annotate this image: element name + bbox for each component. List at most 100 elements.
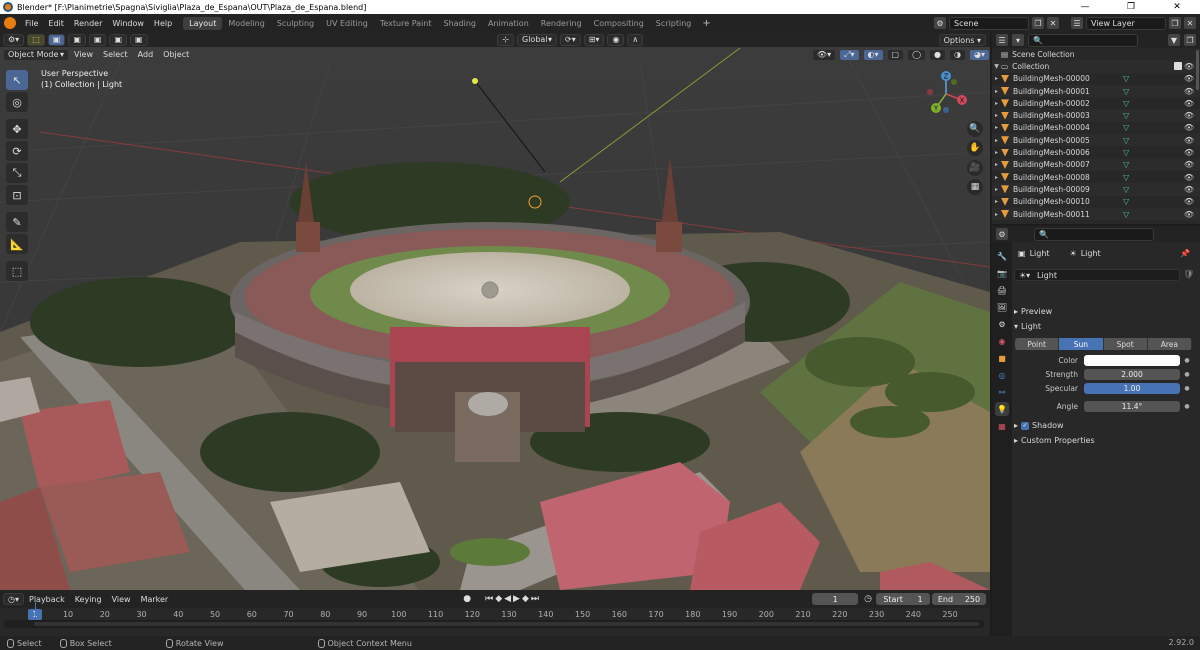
texture-tab-icon[interactable]: ▦ — [995, 419, 1009, 433]
timeline-menu-playback[interactable]: Playback — [24, 595, 70, 604]
outliner-item[interactable]: ▸ BuildingMesh-00010 ▽ 👁 — [992, 196, 1200, 208]
jump-end-icon[interactable]: ⏭ — [531, 594, 539, 604]
tab-modeling[interactable]: Modeling — [222, 17, 270, 30]
cursor-tool[interactable]: ◎ — [6, 92, 28, 112]
rotate-tool[interactable]: ⟳ — [6, 141, 28, 161]
pivot-point-icon[interactable]: ⟳▾ — [560, 33, 581, 46]
mode-dropdown[interactable]: Object Mode ▾ — [3, 48, 69, 61]
color-keyframe-icon[interactable]: ● — [1183, 357, 1191, 364]
fake-user-icon[interactable]: 🛡 — [1183, 270, 1194, 280]
viewport-menu-add[interactable]: Add — [133, 50, 159, 59]
add-cube-tool[interactable]: ⬚ — [6, 261, 28, 281]
outliner-item[interactable]: ▸ BuildingMesh-00005 ▽ 👁 — [992, 134, 1200, 147]
menu-window[interactable]: Window — [107, 19, 149, 28]
record-icon[interactable]: ● — [463, 594, 471, 604]
properties-editor-type-icon[interactable]: ⚙ — [996, 228, 1008, 240]
expand-arrow-icon[interactable]: ▸ — [992, 198, 1001, 205]
3d-viewport[interactable]: ⚙▾ ⬚ ▣ ▣ ▣ ▣ ▣ ⊹ Global ▾ ⟳▾ ⊞▾ ◉ ∧ Objec… — [0, 32, 990, 590]
blender-menu-icon[interactable] — [4, 17, 16, 29]
outliner-item[interactable]: ▸ BuildingMesh-00006 ▽ 👁 — [992, 146, 1200, 158]
object-tab-icon[interactable]: ■ — [995, 351, 1009, 365]
properties-search-input[interactable]: 🔍 — [1034, 227, 1154, 241]
menu-file[interactable]: File — [20, 19, 43, 28]
play-reverse-icon[interactable]: ◀ — [504, 594, 511, 604]
eye-icon[interactable]: 👁 — [1184, 148, 1194, 157]
strength-keyframe-icon[interactable]: ● — [1183, 371, 1191, 378]
outliner-item[interactable]: ▸ BuildingMesh-00007 ▽ 👁 — [992, 158, 1200, 171]
eye-icon[interactable]: 👁 — [1184, 123, 1194, 132]
timeline-editor-type-button[interactable]: ◷▾ — [3, 593, 24, 605]
eye-icon[interactable]: 👁 — [1184, 197, 1194, 206]
light-datablock-field[interactable]: ☀▾ Light — [1014, 269, 1180, 281]
eye-icon[interactable]: 👁 — [1184, 74, 1194, 83]
options-dropdown[interactable]: Options ▾ — [938, 34, 986, 46]
current-frame-field[interactable]: 1 — [812, 593, 859, 605]
expand-arrow-icon[interactable]: ▸ — [992, 75, 1001, 82]
select-mode-new-icon[interactable]: ▣ — [47, 33, 66, 46]
light-color-swatch[interactable] — [1084, 354, 1180, 366]
end-frame-field[interactable]: End 250 — [932, 593, 986, 605]
tab-uv-editing[interactable]: UV Editing — [320, 17, 374, 30]
filter-icon[interactable]: ▼ — [1168, 34, 1180, 46]
expand-arrow-icon[interactable]: ▸ — [992, 88, 1001, 95]
expand-arrow-icon[interactable]: ▸ — [992, 112, 1001, 119]
shading-wireframe-icon[interactable]: ◯ — [907, 48, 927, 61]
outliner-item[interactable]: ▸ BuildingMesh-00009 ▽ 👁 — [992, 183, 1200, 196]
outliner-item[interactable]: ▸ BuildingMesh-00003 ▽ 👁 — [992, 109, 1200, 122]
view-layer-delete-icon[interactable]: ✕ — [1184, 17, 1196, 29]
specular-keyframe-icon[interactable]: ● — [1183, 385, 1191, 392]
expand-arrow-icon[interactable]: ▸ — [992, 149, 1001, 156]
scene-collection-row[interactable]: ▤ Scene Collection — [992, 48, 1200, 60]
angle-keyframe-icon[interactable]: ● — [1183, 403, 1191, 410]
shading-rendered-icon[interactable]: ◕▾ — [969, 48, 990, 61]
world-tab-icon[interactable]: ◉ — [995, 334, 1009, 348]
ortho-grid-icon[interactable]: ▦ — [967, 179, 983, 195]
snap-icon[interactable]: ⊞▾ — [583, 33, 605, 46]
move-tool[interactable]: ✥ — [6, 119, 28, 139]
expand-arrow-icon[interactable]: ▸ — [992, 124, 1001, 131]
eye-icon[interactable]: 👁 — [1184, 173, 1194, 182]
start-frame-field[interactable]: Start 1 — [876, 593, 930, 605]
scene-browse-icon[interactable]: ⚙ — [934, 17, 946, 29]
expand-arrow-icon[interactable]: ▸ — [992, 174, 1001, 181]
transform-orientation-dropdown[interactable]: Global ▾ — [517, 33, 557, 46]
select-mode-subtract-icon[interactable]: ▣ — [88, 33, 107, 46]
outliner-item[interactable]: ▸ BuildingMesh-00000 ▽ 👁 — [992, 73, 1200, 85]
add-workspace-button[interactable]: + — [697, 18, 715, 29]
shading-solid-icon[interactable]: ● — [929, 48, 947, 61]
expand-arrow-icon[interactable]: ▸ — [992, 186, 1001, 193]
transform-orientation-icon[interactable]: ⊹ — [497, 33, 514, 46]
timeline-menu-marker[interactable]: Marker — [136, 595, 174, 604]
navigation-gizmo[interactable]: Z X Y — [922, 70, 970, 118]
outliner-item[interactable]: ▸ BuildingMesh-00002 ▽ 👁 — [992, 97, 1200, 109]
output-tab-icon[interactable]: 🖨 — [995, 283, 1009, 297]
select-mode-extend-icon[interactable]: ▣ — [68, 33, 86, 46]
expand-arrow-icon[interactable]: ▸ — [992, 161, 1001, 168]
outliner-item[interactable]: ▸ BuildingMesh-00001 ▽ 👁 — [992, 84, 1200, 98]
outliner-search-input[interactable]: 🔍 — [1028, 33, 1138, 47]
tab-sculpting[interactable]: Sculpting — [271, 17, 320, 30]
tab-shading[interactable]: Shading — [437, 17, 482, 30]
outliner-item[interactable]: ▸ BuildingMesh-00004 ▽ 👁 — [992, 122, 1200, 134]
proportional-falloff-icon[interactable]: ∧ — [627, 33, 644, 46]
expand-arrow-icon[interactable]: ▸ — [992, 137, 1001, 144]
overlays-toggle-icon[interactable]: ◐▾ — [862, 48, 884, 61]
light-type-area[interactable]: Area — [1147, 338, 1192, 350]
collection-exclude-checkbox[interactable] — [1174, 62, 1182, 71]
strength-field[interactable]: 2.000 — [1084, 368, 1180, 380]
close-button[interactable]: ✕ — [1154, 0, 1200, 14]
viewport-menu-select[interactable]: Select — [98, 50, 133, 59]
scale-tool[interactable]: ⤡ — [6, 163, 28, 183]
sun-light-icon[interactable] — [472, 78, 478, 84]
outliner-item[interactable]: ▸ BuildingMesh-00011 ▽ 👁 — [992, 207, 1200, 221]
eye-icon[interactable]: 👁 — [1184, 62, 1194, 71]
display-mode-icon[interactable]: ▾ — [1012, 34, 1024, 46]
camera-view-icon[interactable]: 🎥 — [967, 160, 983, 176]
eye-icon[interactable]: 👁 — [1184, 185, 1194, 194]
xray-toggle-icon[interactable]: ▢ — [886, 48, 905, 61]
eye-icon[interactable]: 👁 — [1184, 210, 1194, 219]
menu-help[interactable]: Help — [149, 19, 177, 28]
tab-texture-paint[interactable]: Texture Paint — [374, 17, 438, 30]
tool-tab-icon[interactable]: 🔧 — [995, 249, 1009, 263]
expand-arrow-icon[interactable]: ▸ — [992, 211, 1001, 218]
